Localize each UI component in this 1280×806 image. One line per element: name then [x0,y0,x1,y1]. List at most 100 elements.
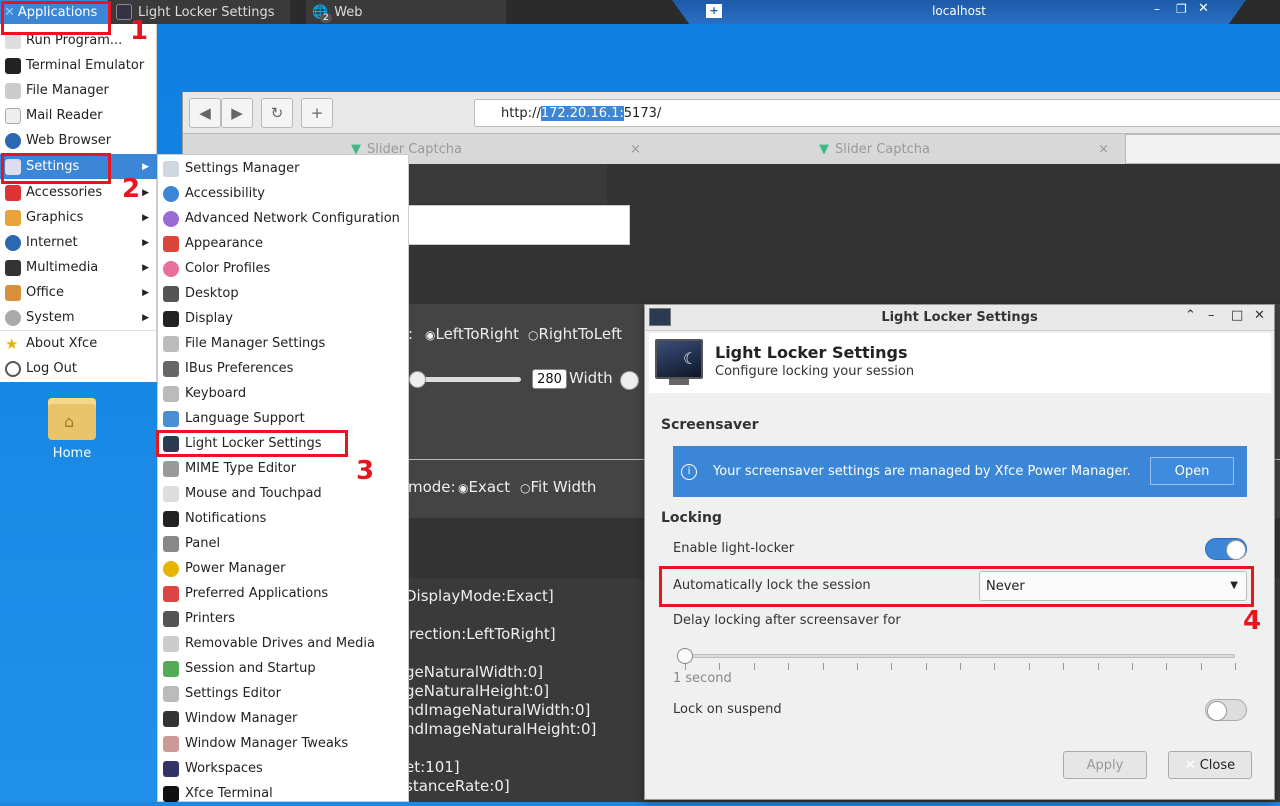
close-button[interactable]: ✕ Close [1168,751,1252,779]
light-locker-dialog: Light Locker Settings ⌃ – □ ✕ ☾ Light Lo… [644,304,1275,800]
menu-item-office[interactable]: Office ▶ [0,280,157,305]
minimize-icon[interactable]: – [1208,308,1215,323]
settings-item-label: MIME Type Editor [185,461,297,476]
tab-close-icon[interactable]: × [630,142,641,157]
settings-item-desktop[interactable]: Desktop [158,281,408,306]
mode-option-exact[interactable]: ◉Exact [458,478,510,496]
back-button[interactable]: ◀ [189,98,221,128]
taskbar-web[interactable]: 🌐 2 Web [306,0,506,24]
menu-item-about-xfce[interactable]: ★ About Xfce [0,331,157,356]
url-bar[interactable]: http://172.20.16.1: 5173/ [474,99,1280,127]
settings-item-label: Printers [185,611,236,626]
settings-item-keyboard[interactable]: Keyboard [158,381,408,406]
annotation-number-4: 4 [1243,606,1262,636]
maximize-icon[interactable]: □ [1231,308,1243,323]
home-label[interactable]: Home [30,446,114,461]
applications-menu-button[interactable]: ✕ Applications [0,0,108,24]
settings-item-label: Keyboard [185,386,247,401]
menu-item-mail-reader[interactable]: Mail Reader [0,103,157,128]
menu-item-system[interactable]: System ▶ [0,305,157,330]
settings-item-accessibility[interactable]: Accessibility [158,181,408,206]
open-power-manager-button[interactable]: Open [1150,457,1234,485]
screensaver-info-bar: i Your screensaver settings are managed … [673,446,1247,497]
width-value-input[interactable]: 280 [532,369,567,389]
settings-item-label: Window Manager [185,711,298,726]
wm-tweaks-icon [163,735,179,752]
restore-icon[interactable]: ❐ [1176,2,1187,16]
roll-up-icon[interactable]: ⌃ [1185,308,1196,323]
tab-slider-captcha-2[interactable]: ▼ Slider Captcha × [819,134,1109,164]
width-slider-track[interactable] [413,377,521,382]
menu-item-graphics[interactable]: Graphics ▶ [0,205,157,230]
toggle-knob [1207,701,1227,721]
dialog-titlebar[interactable]: Light Locker Settings ⌃ – □ ✕ [645,305,1274,331]
settings-item-label: Display [185,311,233,326]
width-slider-thumb[interactable] [409,371,426,388]
applications-label: Applications [17,4,98,20]
settings-item-settings-editor[interactable]: Settings Editor [158,681,408,706]
width-label: Width [569,369,613,387]
menu-item-file-manager[interactable]: File Manager [0,78,157,103]
delay-slider-thumb[interactable] [677,648,693,664]
new-tab-button[interactable]: + [301,98,333,128]
settings-item-advanced-network-configuration[interactable]: Advanced Network Configuration [158,206,408,231]
reload-button[interactable]: ↻ [261,98,293,128]
dialog-header: ☾ Light Locker Settings Configure lockin… [649,333,1271,393]
settings-item-session-and-startup[interactable]: Session and Startup [158,656,408,681]
submenu-arrow-icon: ▶ [142,262,149,273]
settings-item-light-locker-settings[interactable]: Light Locker Settings [158,431,408,456]
apply-button[interactable]: Apply [1063,751,1147,779]
settings-item-settings-manager[interactable]: Settings Manager [158,156,408,181]
forward-button[interactable]: ▶ [221,98,253,128]
second-slider-thumb[interactable] [620,371,639,390]
enable-light-locker-toggle[interactable] [1205,538,1247,560]
tab-active[interactable] [1125,134,1280,164]
close-icon[interactable]: ✕ [1254,308,1265,323]
settings-item-color-profiles[interactable]: Color Profiles [158,256,408,281]
settings-item-ibus-preferences[interactable]: IBus Preferences [158,356,408,381]
appearance-icon [163,235,179,252]
settings-item-window-manager[interactable]: Window Manager [158,706,408,731]
menu-item-label: Graphics [26,210,84,225]
autolock-dropdown[interactable]: Never ▼ [979,571,1247,601]
settings-item-appearance[interactable]: Appearance [158,231,408,256]
settings-item-removable-drives-and-media[interactable]: Removable Drives and Media [158,631,408,656]
network-icon [163,210,179,227]
screen-moon-icon: ☾ [655,339,703,379]
settings-item-language-support[interactable]: Language Support [158,406,408,431]
menu-item-log-out[interactable]: Log Out [0,356,157,381]
direction-option-rtl[interactable]: ○RightToLeft [528,325,622,343]
menu-item-terminal-emulator[interactable]: Terminal Emulator [0,53,157,78]
delay-slider-track[interactable] [685,654,1235,658]
url-highlighted-host: 172.20.16.1: [540,105,624,121]
menu-item-multimedia[interactable]: Multimedia ▶ [0,255,157,280]
mode-option-fit-width[interactable]: ○Fit Width [520,478,596,496]
close-icon[interactable]: ✕ [1198,1,1209,16]
settings-item-workspaces[interactable]: Workspaces [158,756,408,781]
minimize-icon[interactable]: – [1154,2,1160,16]
settings-item-notifications[interactable]: Notifications [158,506,408,531]
menu-item-web-browser[interactable]: Web Browser [0,128,157,153]
mode-label: mode: [408,478,456,496]
settings-item-display[interactable]: Display [158,306,408,331]
menu-item-internet[interactable]: Internet ▶ [0,230,157,255]
settings-item-file-manager-settings[interactable]: File Manager Settings [158,331,408,356]
settings-item-panel[interactable]: Panel [158,531,408,556]
settings-item-window-manager-tweaks[interactable]: Window Manager Tweaks [158,731,408,756]
settings-item-preferred-applications[interactable]: Preferred Applications [158,581,408,606]
menu-item-label: Run Program... [26,33,123,48]
settings-item-label: Accessibility [185,186,265,201]
settings-item-xfce-terminal[interactable]: Xfce Terminal [158,781,408,806]
lock-on-suspend-toggle[interactable] [1205,699,1247,721]
tab-close-icon[interactable]: × [1098,142,1109,157]
log-line: DisplayMode:Exact] [405,587,554,605]
direction-option-ltr[interactable]: ◉LeftToRight [425,325,519,343]
settings-item-power-manager[interactable]: Power Manager [158,556,408,581]
accessibility-icon [163,185,179,202]
settings-item-label: Session and Startup [185,661,316,676]
settings-item-printers[interactable]: Printers [158,606,408,631]
star-icon: ★ [5,334,19,353]
home-folder-icon[interactable]: ⌂ [48,398,96,440]
slider-tick [719,663,721,670]
settings-item-label: Settings Editor [185,686,281,701]
